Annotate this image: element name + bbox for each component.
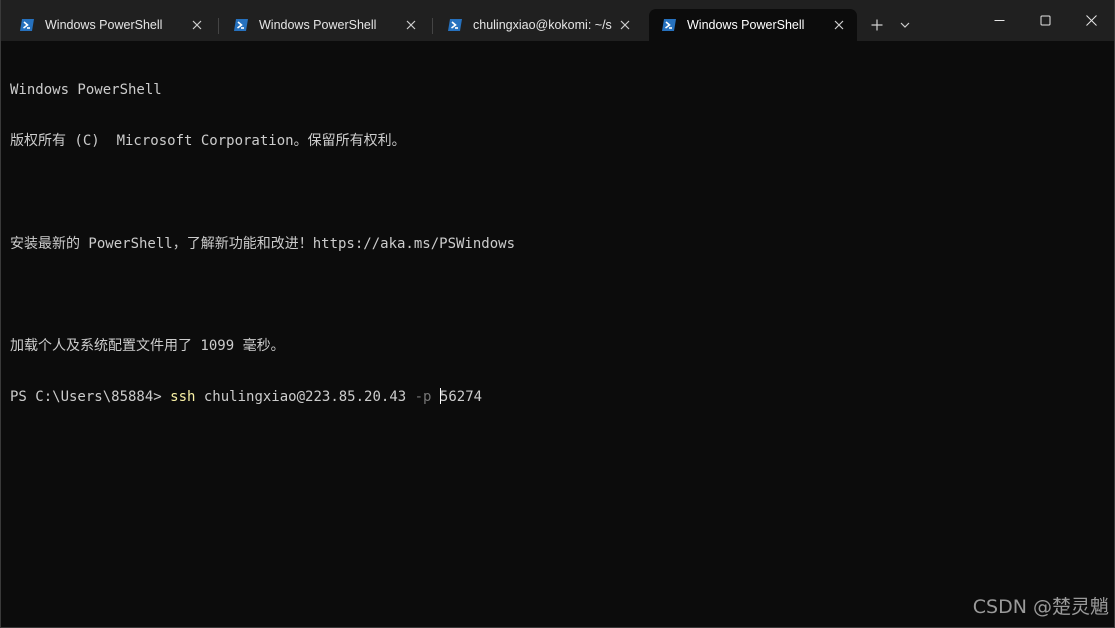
powershell-icon (20, 19, 34, 31)
command-flag: -p (414, 389, 432, 406)
close-window-button[interactable] (1068, 0, 1114, 41)
prompt: PS C:\Users\85884> (10, 389, 171, 406)
new-tab-button[interactable] (863, 11, 891, 39)
close-icon[interactable] (613, 13, 637, 37)
command-name: ssh (170, 389, 196, 406)
terminal-line: 安装最新的 PowerShell，了解新功能和改进！https://aka.ms… (10, 235, 516, 252)
tab-windows-powershell-active[interactable]: Windows PowerShell (649, 9, 857, 41)
powershell-icon (448, 19, 462, 31)
close-icon[interactable] (399, 13, 423, 37)
close-icon[interactable] (185, 13, 209, 37)
command-line[interactable]: PS C:\Users\85884> ssh chulingxiao@223.8… (10, 388, 1105, 407)
close-icon (1085, 15, 1097, 26)
tab-title: Windows PowerShell (259, 18, 377, 32)
terminal-line: 版权所有 (C) Microsoft Corporation。保留所有权利。 (10, 133, 406, 150)
tab-dropdown-button[interactable] (891, 11, 919, 39)
terminal-output[interactable]: Windows PowerShell 版权所有 (C) Microsoft Co… (10, 49, 1105, 627)
terminal-window: Windows PowerShell Windows PowerShell ch… (0, 0, 1115, 628)
minimize-button[interactable] (976, 0, 1022, 41)
tab-strip: Windows PowerShell Windows PowerShell ch… (1, 0, 919, 41)
powershell-icon (662, 19, 676, 31)
command-space (431, 389, 439, 405)
terminal-line: Windows PowerShell (10, 82, 162, 98)
command-args: chulingxiao@223.85.20.43 (195, 389, 415, 406)
tab-ssh-kokomi[interactable]: chulingxiao@kokomi: ~/s (435, 9, 643, 41)
close-icon[interactable] (827, 13, 851, 37)
command-port: 56274 (439, 389, 483, 406)
tab-title: Windows PowerShell (687, 18, 805, 32)
window-controls (976, 0, 1114, 41)
maximize-icon (1040, 15, 1050, 26)
maximize-button[interactable] (1022, 0, 1068, 41)
tab-divider (432, 18, 433, 34)
title-bar: Windows PowerShell Windows PowerShell ch… (1, 0, 1114, 41)
powershell-icon (234, 19, 248, 31)
terminal-line: 加载个人及系统配置文件用了 1099 毫秒。 (10, 337, 285, 354)
tab-windows-powershell-1[interactable]: Windows PowerShell (7, 9, 219, 41)
tab-divider (218, 18, 219, 34)
chevron-down-icon (900, 22, 910, 28)
watermark: CSDN @楚灵魈 (972, 596, 1109, 618)
tab-title: chulingxiao@kokomi: ~/s (473, 18, 612, 32)
tab-title: Windows PowerShell (45, 18, 163, 32)
minimize-icon (994, 20, 1004, 21)
plus-icon (871, 19, 883, 31)
tab-windows-powershell-2[interactable]: Windows PowerShell (221, 9, 433, 41)
